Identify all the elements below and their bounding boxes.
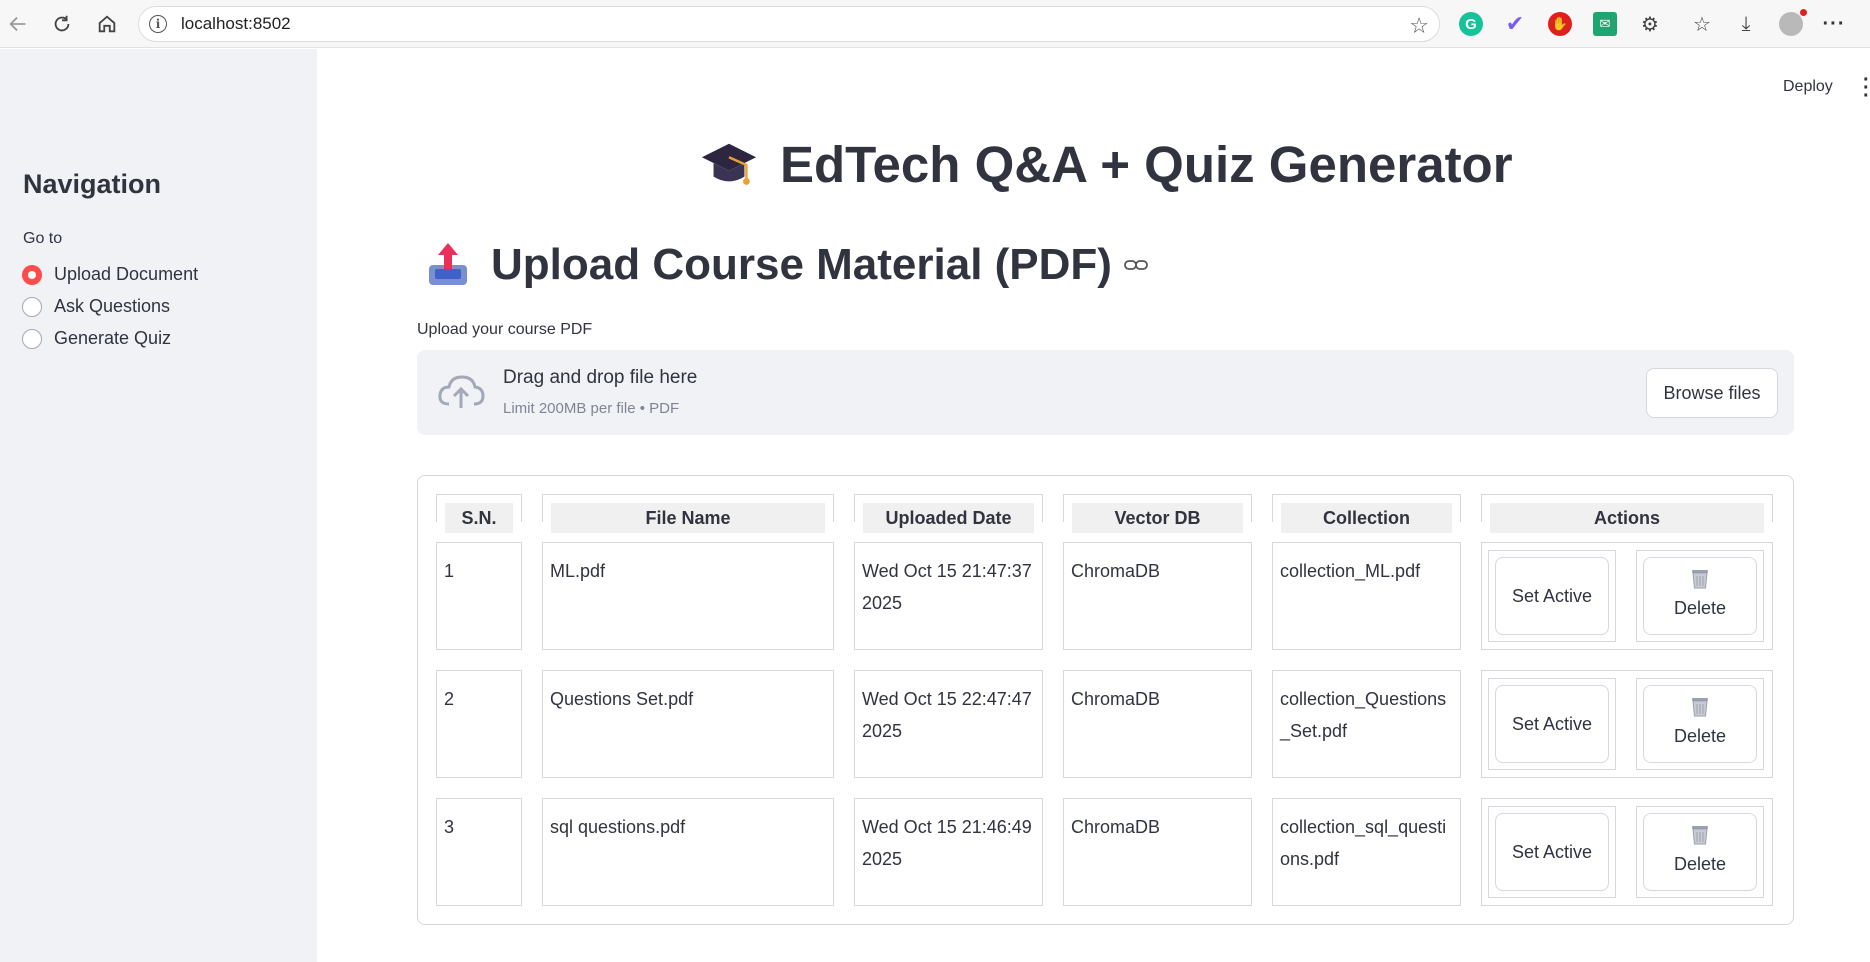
mail-extension-icon[interactable]: ✉ <box>1593 12 1617 36</box>
delete-wrapper: Delete <box>1636 678 1764 770</box>
delete-button[interactable]: Delete <box>1643 685 1757 763</box>
trash-icon <box>1692 570 1708 589</box>
checkmark-extension-icon[interactable]: ✔ <box>1503 11 1527 36</box>
radio-option-generate-quiz[interactable]: Generate Quiz <box>22 328 171 349</box>
radio-option-ask-questions[interactable]: Ask Questions <box>22 296 170 317</box>
table-cell-actions: Set Active Delete <box>1481 542 1773 650</box>
delete-wrapper: Delete <box>1636 806 1764 898</box>
delete-label: Delete <box>1673 726 1727 746</box>
set-active-button[interactable]: Set Active <box>1495 685 1609 763</box>
sidebar-title: Navigation <box>23 169 162 199</box>
radio-unselected-icon[interactable] <box>22 296 42 317</box>
table-cell-collection: collection_sql_questions.pdf <box>1272 798 1461 906</box>
radio-selected-icon[interactable] <box>22 264 42 285</box>
back-icon[interactable] <box>3 9 33 39</box>
table-header-actions: Actions <box>1481 494 1773 533</box>
uploader-label: Upload your course PDF <box>417 321 593 338</box>
table-cell-date: Wed Oct 15 22:47:47 2025 <box>854 670 1043 778</box>
dropzone-instructions: Drag and drop file here <box>503 367 698 388</box>
browse-files-button[interactable]: Browse files <box>1646 368 1778 418</box>
favorites-icon[interactable]: ☆ <box>1690 12 1714 36</box>
table-header-collection: Collection <box>1272 494 1461 533</box>
page-title: EdTech Q&A + Quiz Generator <box>700 135 1513 194</box>
table-cell-sn: 3 <box>436 798 522 906</box>
download-icon[interactable]: ⤓ <box>1734 12 1758 36</box>
table-cell-collection: collection_Questions_Set.pdf <box>1272 670 1461 778</box>
set-active-button[interactable]: Set Active <box>1495 813 1609 891</box>
documents-table: S.N. File Name Uploaded Date Vector DB C… <box>417 475 1794 925</box>
grammarly-icon[interactable]: G <box>1459 12 1483 36</box>
site-info-icon[interactable]: i <box>149 15 167 33</box>
radio-label: Ask Questions <box>54 296 171 316</box>
table-cell-collection: collection_ML.pdf <box>1272 542 1461 650</box>
delete-label: Delete <box>1673 598 1727 618</box>
table-cell-date: Wed Oct 15 21:46:49 2025 <box>854 798 1043 906</box>
section-title: Upload Course Material (PDF) <box>425 240 1148 290</box>
table-cell-vector-db: ChromaDB <box>1063 798 1252 906</box>
anchor-link-icon[interactable] <box>1124 258 1148 272</box>
cloud-upload-icon <box>438 375 485 408</box>
extensions-puzzle-icon[interactable]: ⚙ <box>1638 12 1662 36</box>
trash-icon <box>1692 826 1708 845</box>
browser-menu-icon[interactable]: ··· <box>1822 12 1846 36</box>
red-extension-icon[interactable]: ✋ <box>1548 12 1572 36</box>
address-bar[interactable]: i localhost:8502 ☆ <box>138 6 1440 42</box>
table-cell-vector-db: ChromaDB <box>1063 542 1252 650</box>
page-title-text: EdTech Q&A + Quiz Generator <box>780 136 1513 193</box>
table-cell-date: Wed Oct 15 21:47:37 2025 <box>854 542 1043 650</box>
radio-unselected-icon[interactable] <box>22 328 42 349</box>
radio-label: Upload Document <box>54 264 199 284</box>
file-dropzone[interactable]: Drag and drop file here Limit 200MB per … <box>417 350 1794 435</box>
set-active-wrapper: Set Active <box>1488 806 1616 898</box>
section-title-text: Upload Course Material (PDF) <box>491 240 1112 289</box>
table-cell-file-name: Questions Set.pdf <box>542 670 834 778</box>
sidebar: Navigation Go to Upload Document Ask Que… <box>0 49 317 962</box>
set-active-wrapper: Set Active <box>1488 678 1616 770</box>
reload-icon[interactable] <box>47 9 77 39</box>
delete-button[interactable]: Delete <box>1643 813 1757 891</box>
table-cell-file-name: sql questions.pdf <box>542 798 834 906</box>
table-cell-vector-db: ChromaDB <box>1063 670 1252 778</box>
set-active-wrapper: Set Active <box>1488 550 1616 642</box>
table-header-sn: S.N. <box>436 494 522 533</box>
table-cell-sn: 2 <box>436 670 522 778</box>
set-active-button[interactable]: Set Active <box>1495 557 1609 635</box>
delete-button[interactable]: Delete <box>1643 557 1757 635</box>
table-cell-sn: 1 <box>436 542 522 650</box>
browser-toolbar: i localhost:8502 ☆ G ✔ ✋ ✉ ⚙ ☆ ⤓ ··· <box>0 0 1870 48</box>
home-icon[interactable] <box>92 9 122 39</box>
trash-icon <box>1692 698 1708 717</box>
app-menu-icon[interactable]: · · · <box>1863 70 1870 106</box>
table-header-uploaded-date: Uploaded Date <box>854 494 1043 533</box>
url-text[interactable]: localhost:8502 <box>181 14 291 34</box>
delete-wrapper: Delete <box>1636 550 1764 642</box>
table-header-file-name: File Name <box>542 494 834 533</box>
radio-group-label: Go to <box>23 230 63 247</box>
table-cell-file-name: ML.pdf <box>542 542 834 650</box>
table-header-vector-db: Vector DB <box>1063 494 1252 533</box>
radio-option-upload-document[interactable]: Upload Document <box>22 264 198 285</box>
deploy-button[interactable]: Deploy <box>1783 78 1833 96</box>
delete-label: Delete <box>1673 854 1727 874</box>
radio-label: Generate Quiz <box>54 328 172 348</box>
dropzone-limit: Limit 200MB per file • PDF <box>503 400 680 417</box>
graduation-cap-icon <box>701 143 757 185</box>
outbox-tray-icon <box>429 243 467 285</box>
table-cell-actions: Set Active Delete <box>1481 798 1773 906</box>
favorite-star-icon[interactable]: ☆ <box>1409 13 1429 39</box>
table-cell-actions: Set Active Delete <box>1481 670 1773 778</box>
profile-avatar[interactable] <box>1779 9 1807 36</box>
